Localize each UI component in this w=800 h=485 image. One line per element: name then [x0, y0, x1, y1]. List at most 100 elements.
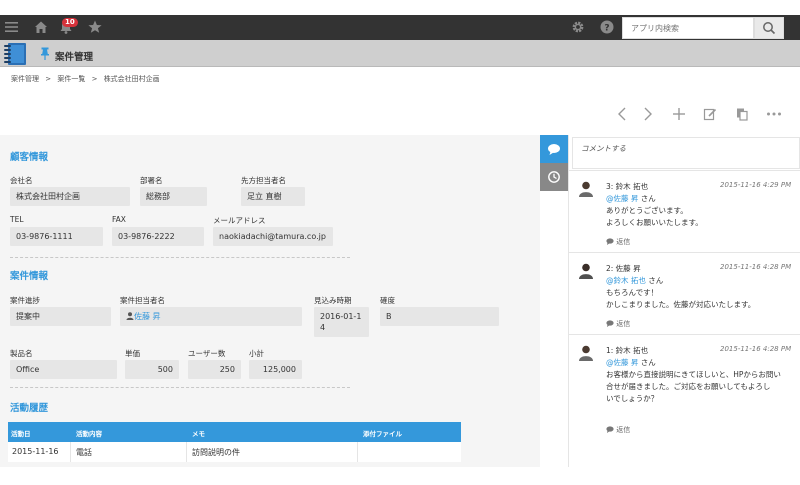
- reply-link[interactable]: 返信: [606, 237, 630, 247]
- comment-mention-suffix: さん: [638, 194, 656, 203]
- history-section-title: 活動履歴: [10, 403, 49, 414]
- comment-mention[interactable]: @佐藤 昇: [606, 358, 638, 367]
- reply-link[interactable]: 返信: [606, 425, 630, 435]
- app-notebook-icon: [4, 43, 26, 65]
- edit-icon: [703, 108, 717, 121]
- column-header-content: 活動内容: [76, 430, 102, 438]
- comment-author[interactable]: 2: 佐藤 昇: [606, 263, 641, 274]
- gear-icon[interactable]: [570, 19, 586, 35]
- help-icon[interactable]: ?: [599, 19, 615, 35]
- comment-line: よろしくお願いいたします。: [606, 218, 703, 227]
- progress-value: 提案中: [10, 307, 111, 326]
- comment-body: @佐藤 昇 さん ありがとうございます。 よろしくお願いいたします。: [606, 193, 796, 229]
- comment-date: 2015-11-16 4:28 PM: [720, 345, 792, 353]
- breadcrumb-separator: >: [45, 75, 52, 83]
- reply-bubble-icon: [606, 426, 614, 433]
- breadcrumb-app[interactable]: 案件管理: [11, 75, 39, 83]
- avatar: [579, 263, 593, 279]
- cell-date: 2015-11-16: [12, 447, 59, 456]
- comment-item: 1: 鈴木 拓也 2015-11-16 4:28 PM @佐藤 昇 さん お客様…: [568, 334, 800, 440]
- comment-item: 2: 佐藤 昇 2015-11-16 4:28 PM @鈴木 拓也 さん もちろ…: [568, 252, 800, 332]
- comment-line: かしこまりました。佐藤が対応いたします。: [606, 300, 756, 309]
- cell-separator: [70, 442, 71, 462]
- plus-icon: [673, 108, 685, 120]
- comment-mention-suffix: さん: [638, 358, 656, 367]
- notification-badge: 10: [62, 18, 78, 27]
- edit-record-button[interactable]: [700, 104, 720, 124]
- comments-tab[interactable]: [540, 135, 568, 163]
- comment-author[interactable]: 1: 鈴木 拓也: [606, 345, 648, 356]
- copy-icon: [737, 108, 748, 121]
- product-label: 製品名: [10, 349, 33, 358]
- home-icon[interactable]: [33, 19, 49, 35]
- pin-icon[interactable]: [40, 47, 50, 60]
- more-options-button[interactable]: [764, 104, 784, 124]
- comment-mention-suffix: さん: [645, 276, 664, 285]
- cell-separator: [357, 442, 358, 462]
- comment-body: @佐藤 昇 さん お客様から直接説明にきてほしいと、HPからお問い 合せが届きま…: [606, 357, 796, 405]
- menu-icon[interactable]: [4, 19, 20, 35]
- search-icon: [763, 22, 776, 35]
- forecast-label: 見込み時期: [314, 296, 352, 305]
- owner-user-link[interactable]: 佐藤 昇: [134, 312, 161, 321]
- svg-text:?: ?: [604, 23, 609, 33]
- prev-record-button[interactable]: [612, 104, 632, 124]
- cell-memo: 訪問説明の件: [192, 448, 240, 457]
- history-icon: [548, 171, 560, 183]
- fax-value: 03-9876-2222: [112, 227, 204, 246]
- comment-line: お客様から直接説明にきてほしいと、HPからお問い: [606, 370, 781, 379]
- price-label: 単価: [125, 349, 140, 358]
- section-divider: [10, 387, 350, 388]
- tel-value: 03-9876-1111: [10, 227, 103, 246]
- cell-content: 電話: [76, 448, 92, 457]
- email-value: naokiadachi@tamura.co.jp: [213, 227, 333, 246]
- avatar: [579, 345, 593, 361]
- reply-label: 返信: [616, 426, 631, 434]
- progress-label: 案件進捗: [10, 296, 40, 305]
- chevron-right-icon: [644, 107, 652, 121]
- history-table-header: 活動日 活動内容 メモ 添付ファイル: [8, 422, 461, 442]
- comment-author[interactable]: 3: 鈴木 拓也: [606, 181, 648, 192]
- deal-section-title: 案件情報: [10, 271, 49, 282]
- breadcrumb: 案件管理 > 案件一覧 > 株式会社田村企画: [11, 74, 164, 84]
- subtotal-label: 小計: [249, 349, 264, 358]
- page-bottom: [0, 467, 800, 485]
- add-record-button[interactable]: [669, 104, 689, 124]
- email-label: メールアドレス: [213, 216, 266, 225]
- fax-label: FAX: [112, 215, 126, 224]
- section-divider: [10, 257, 350, 258]
- breadcrumb-record: 株式会社田村企画: [103, 75, 160, 83]
- copy-record-button[interactable]: [732, 104, 752, 124]
- speech-bubble-icon: [548, 143, 560, 155]
- cell-separator: [186, 442, 187, 462]
- app-search-input[interactable]: [623, 18, 753, 38]
- star-icon[interactable]: [87, 19, 103, 35]
- history-tab[interactable]: [540, 163, 568, 191]
- reply-label: 返信: [616, 320, 631, 328]
- app-header: 案件管理: [0, 40, 800, 67]
- product-value: Office: [10, 360, 117, 379]
- customer-section-title: 顧客情報: [10, 152, 49, 163]
- search-button[interactable]: [754, 17, 784, 39]
- comment-line: いでしょうか？: [606, 394, 659, 403]
- next-record-button[interactable]: [638, 104, 658, 124]
- ellipsis-icon: [767, 112, 781, 116]
- owner-label: 案件担当者名: [120, 296, 165, 305]
- comment-mention[interactable]: @鈴木 拓也: [606, 276, 646, 285]
- owner-value: 佐藤 昇: [120, 307, 302, 326]
- comment-input[interactable]: コメントする: [572, 137, 800, 169]
- app-search-box: [622, 17, 754, 39]
- reply-label: 返信: [616, 238, 631, 246]
- breadcrumb-list[interactable]: 案件一覧: [57, 75, 85, 83]
- reply-bubble-icon: [606, 320, 614, 327]
- reply-bubble-icon: [606, 238, 614, 245]
- comment-item: 3: 鈴木 拓也 2015-11-16 4:29 PM @佐藤 昇 さん ありが…: [568, 170, 800, 250]
- app-title: 案件管理: [55, 52, 94, 63]
- reply-link[interactable]: 返信: [606, 319, 630, 329]
- price-value: 500: [125, 360, 179, 379]
- certainty-value: B: [380, 307, 499, 326]
- user-icon: [126, 312, 134, 320]
- chevron-left-icon: [618, 107, 626, 121]
- comment-mention[interactable]: @佐藤 昇: [606, 194, 638, 203]
- tel-label: TEL: [10, 215, 24, 224]
